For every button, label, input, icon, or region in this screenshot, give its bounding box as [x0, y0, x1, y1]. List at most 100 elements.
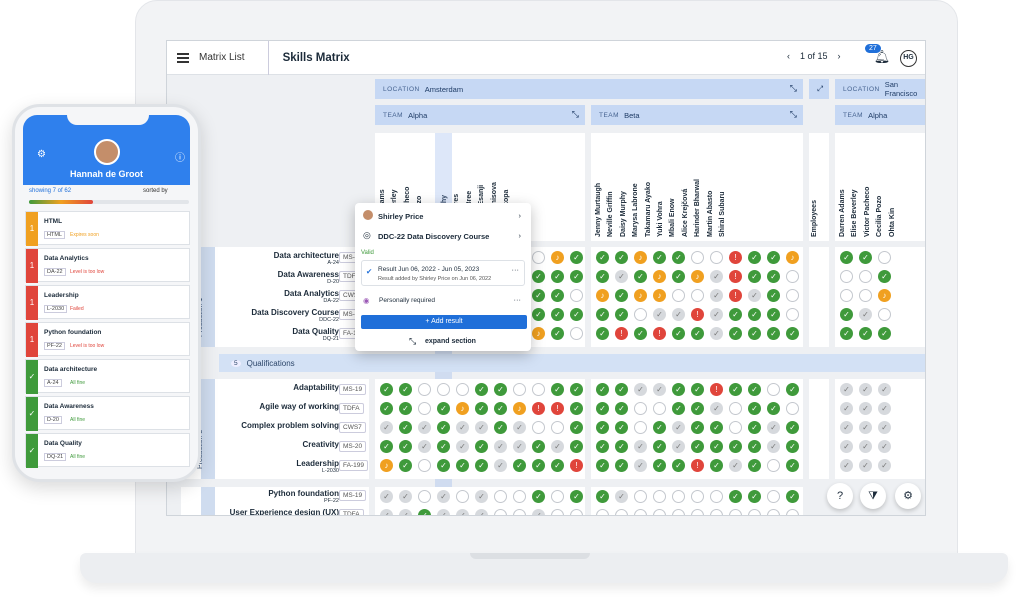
skill-cell[interactable]: ✓ [475, 402, 488, 415]
skill-cell[interactable]: ! [729, 289, 742, 302]
skill-name[interactable]: Complex problem solving [241, 421, 339, 430]
skill-cell[interactable]: ✓ [767, 327, 780, 340]
skill-cell[interactable]: ✓ [748, 251, 761, 264]
skill-cell[interactable] [532, 383, 545, 396]
skill-cell[interactable] [859, 289, 872, 302]
employee-name[interactable]: Neville Griffin [607, 133, 619, 241]
employee-name[interactable]: Martin Abasto [707, 133, 719, 241]
skill-cell[interactable]: ♪ [551, 251, 564, 264]
skill-cell[interactable]: ✓ [615, 440, 628, 453]
skill-cell[interactable]: ✓ [672, 459, 685, 472]
skill-cell[interactable]: ✓ [437, 421, 450, 434]
employee-name[interactable]: Harinder Bharwal [694, 133, 706, 241]
skill-cell[interactable]: ✓ [840, 459, 853, 472]
skill-cell[interactable]: ✓ [551, 270, 564, 283]
info-icon[interactable]: ⓘ [175, 149, 185, 164]
skill-cell[interactable]: ✓ [418, 421, 431, 434]
breadcrumb[interactable]: Matrix List [199, 52, 245, 63]
skill-cell[interactable]: ✓ [653, 308, 666, 321]
filter-button[interactable]: ⧩ [860, 483, 886, 509]
skill-cell[interactable] [672, 509, 685, 515]
skill-cell[interactable] [418, 383, 431, 396]
skill-cell[interactable]: ✓ [513, 440, 526, 453]
skill-cell[interactable]: ✓ [710, 421, 723, 434]
skill-cell[interactable]: ✓ [786, 459, 799, 472]
skill-cell[interactable]: ✓ [710, 402, 723, 415]
result-card[interactable]: ✔ Result Jun 06, 2022 - Jun 05, 2023 Res… [361, 260, 525, 286]
skill-cell[interactable] [532, 421, 545, 434]
skill-cell[interactable]: ✓ [729, 459, 742, 472]
skill-cell[interactable]: ✓ [748, 402, 761, 415]
skill-cell[interactable]: ♪ [653, 270, 666, 283]
skill-cell[interactable]: ✓ [634, 440, 647, 453]
skill-cell[interactable]: ♪ [691, 270, 704, 283]
skill-cell[interactable] [418, 490, 431, 503]
skill-cell[interactable]: ✓ [615, 289, 628, 302]
skill-cell[interactable]: ✓ [475, 459, 488, 472]
skill-cell[interactable]: ♪ [653, 289, 666, 302]
collapse-icon[interactable]: ⤡ [572, 109, 579, 120]
skill-cell[interactable]: ! [551, 402, 564, 415]
skill-cell[interactable] [653, 490, 666, 503]
skill-cell[interactable] [786, 509, 799, 515]
skill-cell[interactable] [634, 402, 647, 415]
skill-cell[interactable]: ✓ [456, 440, 469, 453]
skill-cell[interactable]: ✓ [615, 459, 628, 472]
expand-icon[interactable]: ⤡ [409, 336, 416, 347]
skill-cell[interactable]: ✓ [840, 402, 853, 415]
skill-cell[interactable]: ✓ [399, 509, 412, 515]
skill-cell[interactable] [672, 289, 685, 302]
skill-cell[interactable]: ✓ [710, 270, 723, 283]
skill-cell[interactable]: ✓ [859, 327, 872, 340]
skill-cell[interactable]: ✓ [748, 308, 761, 321]
skill-cell[interactable]: ✓ [748, 421, 761, 434]
skill-cell[interactable] [748, 509, 761, 515]
skill-cell[interactable]: ✓ [532, 308, 545, 321]
skill-cell[interactable]: ✓ [691, 327, 704, 340]
skill-cell[interactable]: ✓ [729, 308, 742, 321]
skill-cell[interactable]: ✓ [513, 459, 526, 472]
skill-cell[interactable]: ✓ [840, 440, 853, 453]
skill-cell[interactable]: ✓ [596, 402, 609, 415]
skill-cell[interactable] [634, 490, 647, 503]
skill-cell[interactable]: ✓ [494, 459, 507, 472]
add-result-button[interactable]: + Add result [361, 315, 527, 329]
skill-cell[interactable]: ✓ [710, 308, 723, 321]
skill-cell[interactable]: ! [570, 459, 583, 472]
skill-cell[interactable] [513, 490, 526, 503]
skill-cell[interactable]: ✓ [878, 421, 891, 434]
location-header-amsterdam[interactable]: LOCATION Amsterdam ⤡ [375, 79, 803, 99]
skill-cell[interactable]: ✓ [437, 509, 450, 515]
skill-cell[interactable] [729, 402, 742, 415]
skill-cell[interactable]: ! [729, 251, 742, 264]
skill-cell[interactable]: ✓ [596, 459, 609, 472]
skill-cell[interactable]: ✓ [653, 459, 666, 472]
qualifications-row[interactable]: 5 Qualifications [219, 354, 925, 372]
skill-cell[interactable]: ✓ [691, 440, 704, 453]
skill-cell[interactable]: ✓ [551, 289, 564, 302]
skill-cell[interactable]: ✓ [859, 421, 872, 434]
employee-name[interactable]: Elise Beverley [851, 133, 863, 241]
skill-cell[interactable] [729, 421, 742, 434]
skill-cell[interactable]: ✓ [475, 509, 488, 515]
skill-name[interactable]: Leadership [296, 459, 339, 468]
skill-cell[interactable]: ✓ [672, 327, 685, 340]
phone-skill-card[interactable]: 1 Python foundation PF-22 Level is too low [25, 322, 190, 357]
phone-skill-card[interactable]: ✓ Data Quality DQ-21 All fine [25, 433, 190, 468]
skill-cell[interactable]: ✓ [551, 308, 564, 321]
skill-cell[interactable]: ✓ [475, 421, 488, 434]
skill-cell[interactable]: ✓ [513, 421, 526, 434]
skill-cell[interactable]: ✓ [596, 270, 609, 283]
sort-dropdown[interactable]: sorted by [143, 188, 168, 194]
skill-cell[interactable] [634, 308, 647, 321]
skill-cell[interactable]: ✓ [551, 327, 564, 340]
skill-cell[interactable]: ! [532, 402, 545, 415]
skill-cell[interactable]: ✓ [767, 402, 780, 415]
skill-cell[interactable]: ✓ [551, 383, 564, 396]
skill-cell[interactable]: ✓ [596, 421, 609, 434]
skill-name[interactable]: Adaptability [293, 383, 339, 392]
team-header-beta[interactable]: TEAM Beta ⤡ [591, 105, 803, 125]
skill-name[interactable]: Creativity [303, 440, 339, 449]
skill-cell[interactable]: ✓ [596, 440, 609, 453]
skill-cell[interactable]: ✓ [691, 402, 704, 415]
